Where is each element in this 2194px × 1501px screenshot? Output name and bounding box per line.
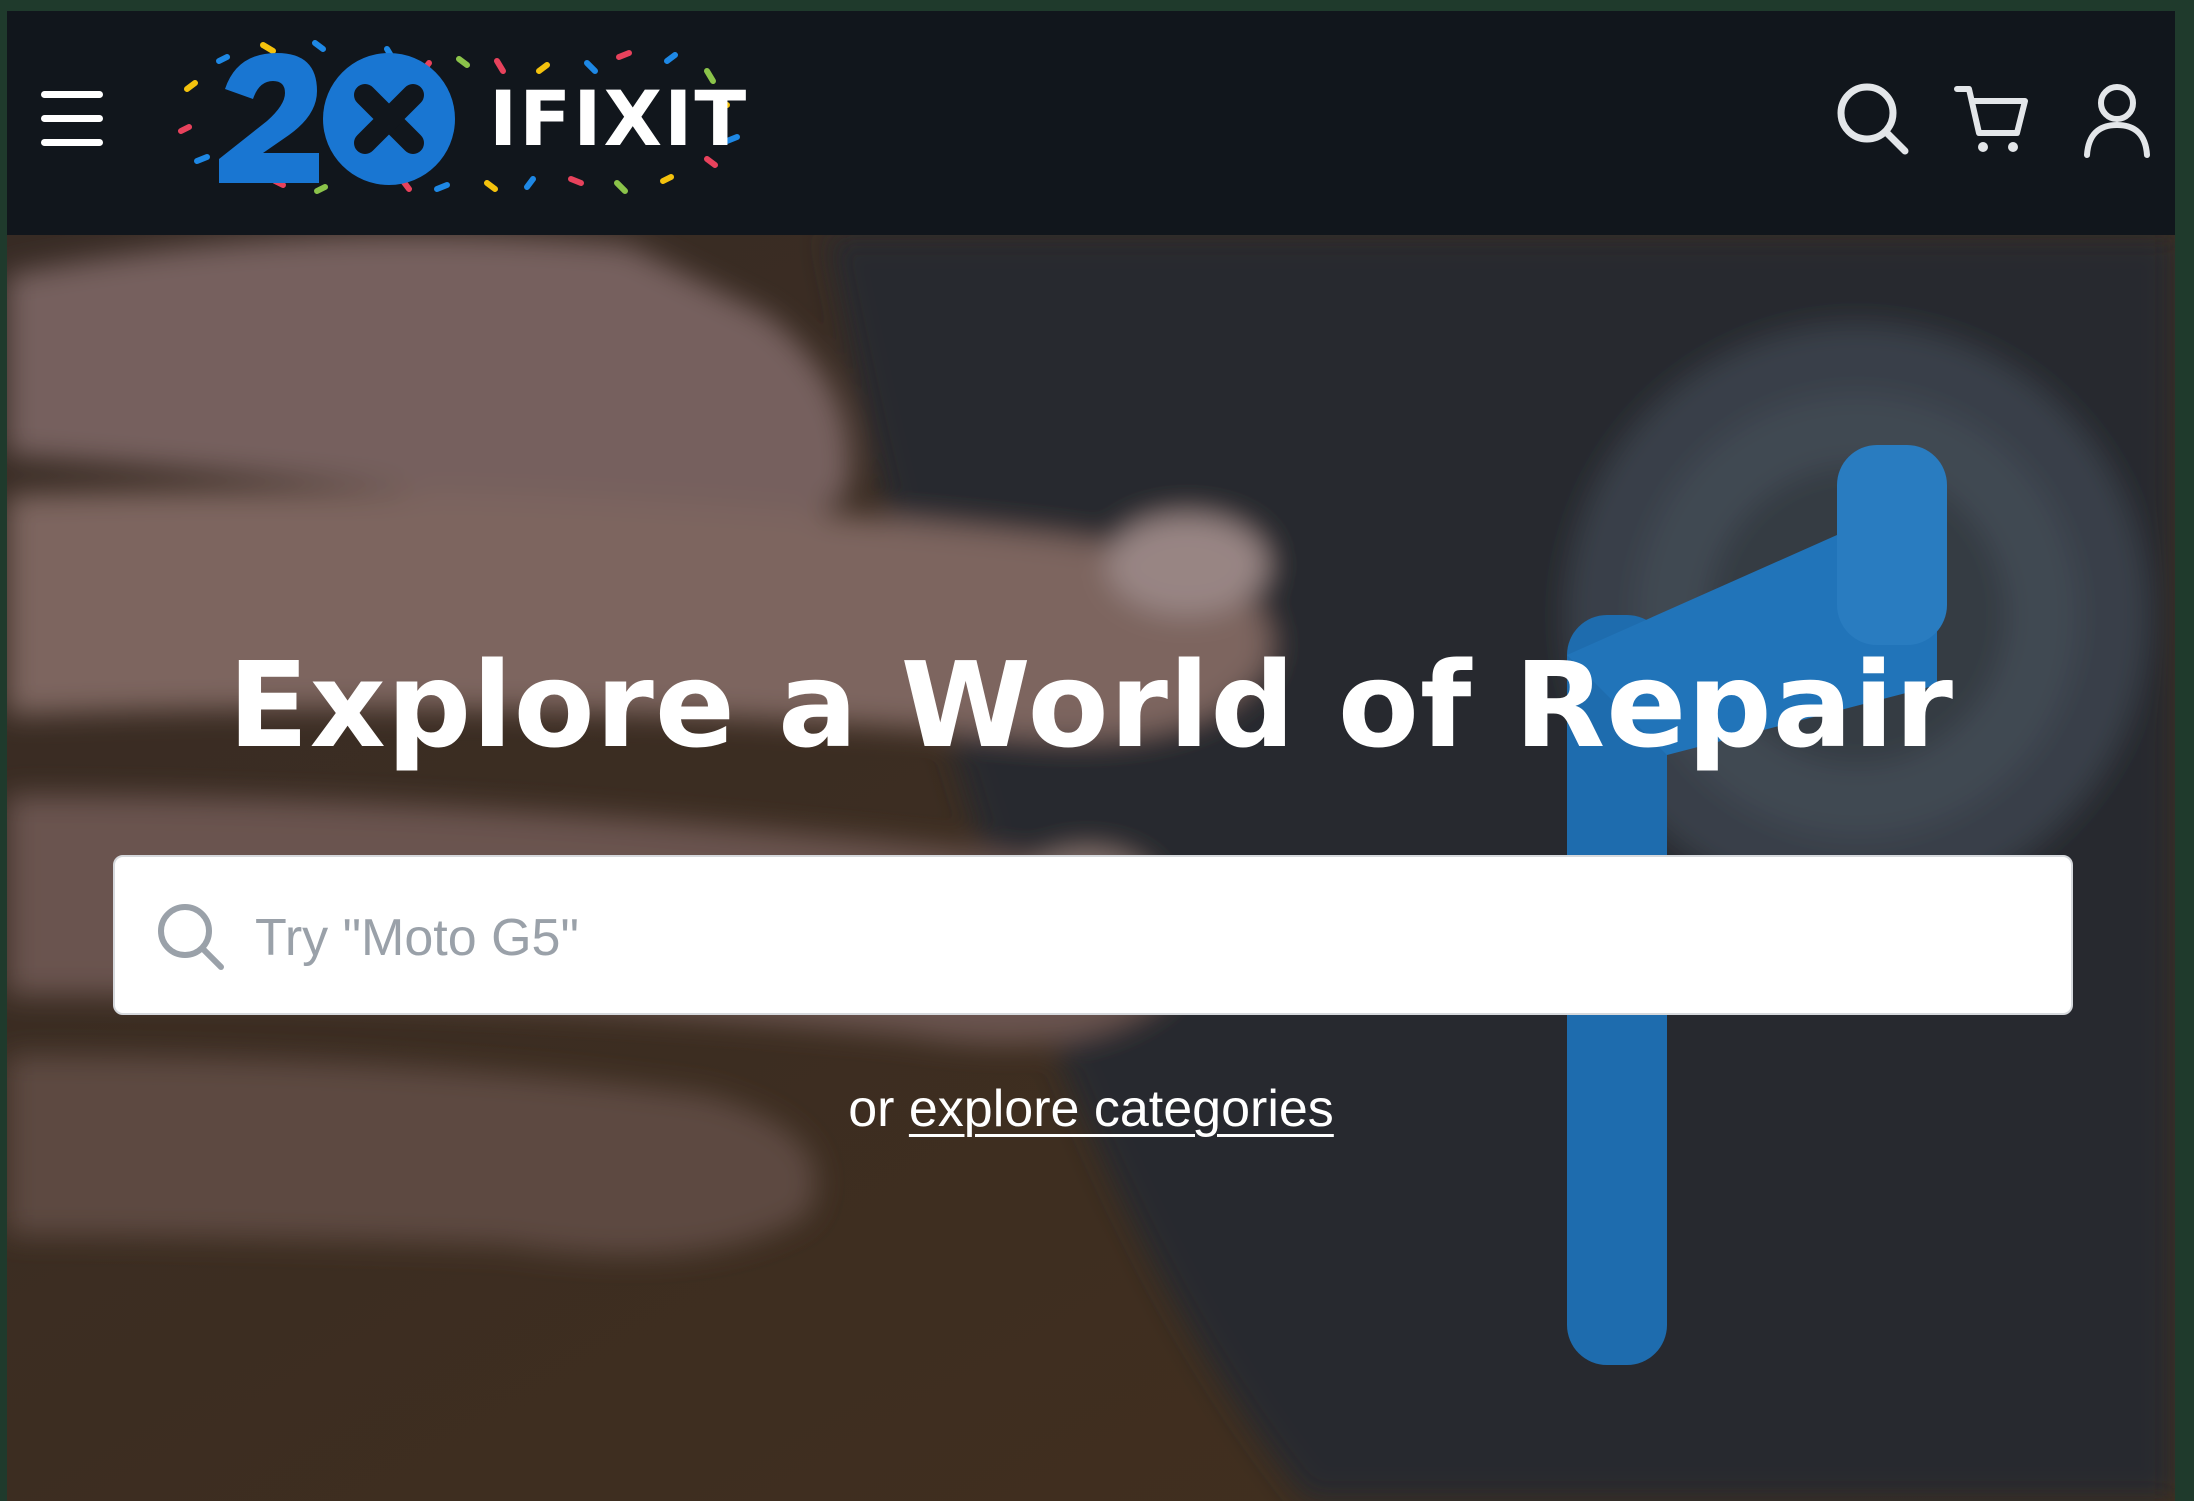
search-icon (158, 904, 224, 970)
ifixit-20-logo[interactable]: IFIXIT (167, 31, 807, 211)
search-icon[interactable] (1831, 77, 1915, 161)
menu-icon-bar-bottom (41, 139, 103, 146)
explore-line: or explore categories (7, 1079, 2175, 1139)
hero-search-input[interactable] (253, 887, 2037, 989)
cart-icon[interactable] (1951, 77, 2035, 161)
explore-categories-link[interactable]: explore categories (909, 1080, 1334, 1138)
menu-icon-bar-top (41, 91, 103, 98)
menu-icon-bar-middle (41, 115, 103, 122)
hero-title: Explore a World of Repair (227, 636, 1955, 774)
logo-wordmark: IFIXIT (489, 74, 749, 163)
hero-search-field[interactable] (113, 855, 2073, 1015)
hero-section: Explore a World of Repair or explore cat… (7, 235, 2175, 1501)
explore-prefix: or (848, 1080, 895, 1138)
menu-button[interactable] (41, 91, 109, 149)
site-header: IFIXIT (7, 11, 2175, 235)
user-icon[interactable] (2075, 77, 2159, 161)
browser-viewport: IFIXIT Explore a World of Repair Try "Mo… (7, 11, 2175, 1501)
